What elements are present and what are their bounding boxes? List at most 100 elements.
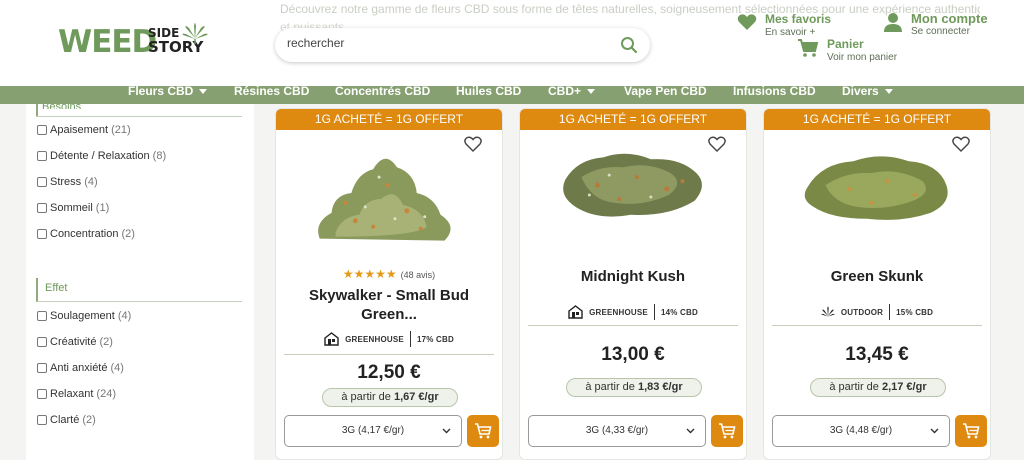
account-link[interactable]: Mon compte Se connecter	[883, 12, 988, 38]
site-logo[interactable]: WEED SIDE STORY	[58, 18, 218, 64]
product-name[interactable]: Midnight Kush	[520, 267, 746, 286]
nav-item-divers[interactable]: Divers	[842, 85, 893, 97]
checkbox[interactable]	[37, 151, 47, 161]
nav-item-resines-cbd[interactable]: Résines CBD	[234, 85, 309, 97]
filter-option-soulagement[interactable]: Soulagement (4)	[37, 310, 131, 322]
cannabis-leaf-icon	[821, 306, 835, 317]
filter-option-anti-anxiete[interactable]: Anti anxiété (4)	[37, 362, 124, 374]
caret-down-icon	[199, 89, 208, 94]
card-divider	[528, 325, 738, 326]
filter-option-detente[interactable]: Détente / Relaxation (8)	[37, 150, 166, 162]
price-per-gram: à partir de 1,67 €/gr	[322, 388, 458, 407]
filter-option-stress[interactable]: Stress (4)	[37, 176, 98, 188]
product-meta: GREENHOUSE 17% CBD	[276, 331, 502, 347]
nav-item-cbd-plus[interactable]: CBD+	[548, 85, 596, 97]
nav-item-vape-pen-cbd[interactable]: Vape Pen CBD	[624, 85, 707, 97]
culture-type: GREENHOUSE	[345, 334, 404, 344]
product-name[interactable]: Green Skunk	[764, 267, 990, 286]
culture-type: OUTDOOR	[840, 307, 884, 317]
shopping-cart-icon	[798, 39, 819, 57]
weight-select[interactable]: 3G (4,48 €/gr)	[772, 415, 950, 447]
weight-select[interactable]: 3G (4,33 €/gr)	[528, 415, 706, 447]
filter-option-clarte[interactable]: Clarté (2)	[37, 414, 96, 426]
add-to-cart-button[interactable]	[955, 415, 987, 447]
filter-option-relaxant[interactable]: Relaxant (24)	[37, 388, 116, 400]
nav-item-infusions-cbd[interactable]: Infusions CBD	[733, 85, 816, 97]
cart-link[interactable]: Panier Voir mon panier	[797, 38, 897, 64]
product-meta: GREENHOUSE 14% CBD	[520, 304, 746, 320]
product-card[interactable]: 1G ACHETÉ = 1G OFFERT Green Skunk OUTDOO…	[763, 108, 991, 460]
chevron-down-icon	[930, 428, 939, 434]
promo-banner: 1G ACHETÉ = 1G OFFERT	[276, 109, 502, 130]
checkbox[interactable]	[37, 363, 47, 373]
site-header: Découvrez notre gamme de fleurs CBD sous…	[0, 0, 1024, 86]
logo-word-weed: WEED	[58, 24, 157, 60]
cart-title: Panier	[827, 37, 864, 51]
promo-banner: 1G ACHETÉ = 1G OFFERT	[764, 109, 990, 130]
filter-sidebar: Besoins Apaisement(21) Détente / Relaxat…	[26, 104, 254, 460]
add-to-cart-button[interactable]	[467, 415, 499, 447]
nav-item-concentres-cbd[interactable]: Concentrés CBD	[335, 85, 430, 97]
heart-icon	[737, 14, 757, 30]
caret-down-icon	[884, 89, 893, 94]
filter-option-creativite[interactable]: Créativité (2)	[37, 336, 113, 348]
checkbox[interactable]	[37, 389, 47, 399]
chevron-down-icon	[686, 428, 695, 434]
chevron-down-icon	[442, 428, 451, 434]
product-price: 13,00 €	[601, 344, 665, 365]
product-image[interactable]	[764, 137, 990, 249]
filter-option-apaisement[interactable]: Apaisement (21)	[37, 124, 131, 136]
cart-icon	[719, 423, 736, 439]
search-bar[interactable]	[275, 28, 650, 62]
product-image[interactable]	[520, 137, 746, 249]
product-name[interactable]: Skywalker - Small Bud Green...	[276, 286, 502, 324]
weight-select[interactable]: 3G (4,17 €/gr)	[284, 415, 462, 447]
add-to-cart-button[interactable]	[711, 415, 743, 447]
product-card[interactable]: 1G ACHETÉ = 1G OFFERT Midnight Kush GREE…	[519, 108, 747, 460]
filter-option-concentration[interactable]: Concentration (2)	[37, 228, 135, 240]
section-accent-bar	[36, 104, 38, 116]
category-intro-text: Découvrez notre gamme de fleurs CBD sous…	[280, 2, 980, 16]
checkbox[interactable]	[37, 125, 47, 135]
favorites-title: Mes favoris	[765, 12, 832, 26]
user-icon	[884, 13, 902, 32]
culture-type: GREENHOUSE	[589, 307, 648, 317]
greenhouse-icon	[324, 332, 339, 346]
nav-item-fleurs-cbd[interactable]: Fleurs CBD	[128, 85, 208, 97]
nav-item-huiles-cbd[interactable]: Huiles CBD	[456, 85, 521, 97]
checkbox[interactable]	[37, 229, 47, 239]
search-input[interactable]	[287, 36, 607, 50]
checkbox[interactable]	[37, 337, 47, 347]
favorites-link[interactable]: Mes favoris En savoir +	[737, 13, 831, 39]
search-icon[interactable]	[620, 36, 638, 54]
checkbox[interactable]	[37, 203, 47, 213]
product-card[interactable]: 1G ACHETÉ = 1G OFFERT ★★★★★ (48 avis) Sky…	[275, 108, 503, 460]
meta-separator	[889, 304, 891, 320]
promo-banner: 1G ACHETÉ = 1G OFFERT	[520, 109, 746, 130]
caret-down-icon	[587, 89, 596, 94]
card-divider	[772, 325, 982, 326]
product-meta: OUTDOOR 15% CBD	[764, 304, 990, 320]
checkbox[interactable]	[37, 415, 47, 425]
product-price: 13,45 €	[845, 344, 909, 365]
cart-subtitle: Voir mon panier	[827, 52, 898, 63]
cbd-percentage: 17% CBD	[416, 334, 454, 344]
card-divider	[284, 354, 494, 355]
checkbox[interactable]	[37, 311, 47, 321]
section-divider	[36, 116, 242, 117]
account-title: Mon compte	[911, 11, 988, 26]
filter-option-sommeil[interactable]: Sommeil (1)	[37, 202, 109, 214]
cannabis-leaf-icon	[182, 23, 208, 44]
review-count: (48 avis)	[400, 270, 436, 280]
filter-section-effect[interactable]: Effet	[36, 278, 242, 302]
product-image[interactable]	[276, 137, 502, 249]
greenhouse-icon	[568, 305, 583, 319]
price-per-gram: à partir de 1,83 €/gr	[566, 378, 702, 397]
meta-separator	[653, 304, 655, 320]
price-per-gram: à partir de 2,17 €/gr	[810, 378, 946, 397]
checkbox[interactable]	[37, 177, 47, 187]
rating-stars[interactable]: ★★★★★ (48 avis)	[276, 267, 502, 281]
cbd-percentage: 15% CBD	[896, 307, 934, 317]
filter-section-title-effect: Effet	[45, 282, 68, 294]
cbd-percentage: 14% CBD	[660, 307, 698, 317]
